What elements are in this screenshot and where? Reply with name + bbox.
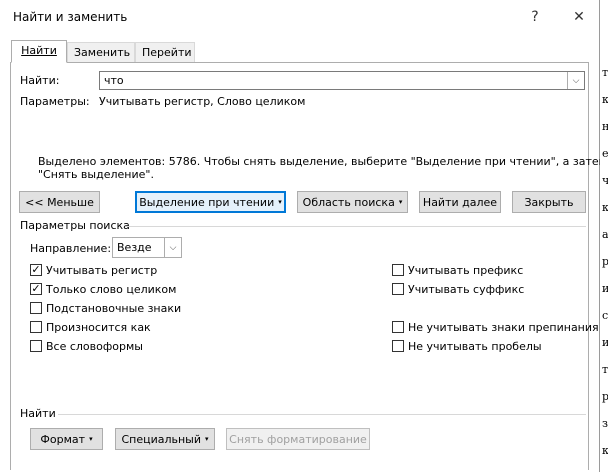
find-label: Найти: [20, 74, 60, 87]
checkbox-label: Все словоформы [46, 340, 143, 353]
reading-highlight-button[interactable]: Выделение при чтении ▾ [135, 191, 286, 213]
chevron-down-icon[interactable]: ⌵ [567, 72, 584, 89]
dropdown-caret-icon: ▾ [89, 435, 93, 443]
tab-goto[interactable]: Перейти [135, 42, 195, 62]
find-in-label: Область поиска [302, 195, 395, 209]
chevron-down-icon[interactable]: ⌵ [164, 238, 181, 257]
checkbox-box[interactable] [392, 321, 404, 333]
checkbox-box[interactable]: ✓ [30, 264, 42, 276]
find-what-input[interactable]: что ⌵ [99, 71, 585, 90]
find-in-button[interactable]: Область поиска ▾ [297, 191, 408, 213]
checkbox-box[interactable] [30, 302, 42, 314]
checkbox-box[interactable]: ✓ [30, 283, 42, 295]
checkbox-label: Не учитывать знаки препинания [408, 321, 599, 334]
checkbox-label: Подстановочные знаки [46, 302, 182, 315]
help-icon: ? [531, 9, 539, 25]
special-button[interactable]: Специальный ▾ [115, 428, 215, 450]
find-what-value: что [104, 74, 124, 87]
find-section-title: Найти [20, 407, 56, 420]
checkbox-label: Произносится как [46, 321, 151, 334]
status-line-1: Выделено элементов: 5786. Чтобы снять вы… [38, 155, 608, 168]
params-label: Параметры: [20, 95, 90, 108]
section-divider [58, 414, 586, 415]
window-title: Найти и заменить [13, 10, 128, 24]
special-label: Специальный [121, 432, 202, 446]
find-replace-dialog: Найти и заменить ? ✕ Найти Заменить Пере… [0, 0, 608, 472]
find-next-button[interactable]: Найти далее [419, 191, 501, 213]
no-formatting-button[interactable]: Снять форматирование [226, 428, 370, 450]
document-glyph: с [602, 309, 608, 322]
panel-border-left [10, 62, 11, 470]
checkbox-box[interactable] [392, 264, 404, 276]
checkbox-box[interactable] [392, 340, 404, 352]
checkbox-label: Учитывать префикс [408, 264, 524, 277]
checkbox-label: Не учитывать пробелы [408, 340, 542, 353]
format-button[interactable]: Формат ▾ [30, 428, 103, 450]
document-glyph: ч [602, 174, 608, 187]
document-glyph: з [602, 417, 608, 430]
section-divider [126, 226, 586, 227]
checkbox-box[interactable] [30, 321, 42, 333]
checkbox-box[interactable] [392, 283, 404, 295]
dropdown-caret-icon: ▾ [398, 198, 403, 206]
document-glyph: к [602, 444, 608, 457]
status-line-2: "Снять выделение". [38, 168, 154, 181]
tab-find-label: Найти [21, 44, 57, 57]
document-glyph: н [602, 120, 608, 133]
document-glyph: а [602, 228, 608, 241]
direction-label: Направление: [30, 242, 112, 255]
checkbox-label: Только слово целиком [46, 283, 177, 296]
dropdown-caret-icon: ▾ [278, 198, 282, 206]
close-button[interactable]: Закрыть [512, 191, 586, 213]
less-button[interactable]: << Меньше [19, 191, 100, 213]
document-glyph: т [602, 66, 608, 79]
close-window-button[interactable]: ✕ [565, 4, 593, 30]
format-label: Формат [40, 432, 86, 446]
direction-value: Везде [117, 241, 152, 254]
document-glyph: е [602, 147, 608, 160]
direction-select[interactable]: Везде ⌵ [112, 237, 182, 258]
document-glyph: р [602, 390, 608, 403]
params-value: Учитывать регистр, Слово целиком [99, 95, 306, 108]
search-options-title: Параметры поиска [20, 219, 130, 232]
checkbox-label: Учитывать суффикс [408, 283, 525, 296]
checkbox-box[interactable] [30, 340, 42, 352]
help-button[interactable]: ? [521, 4, 549, 30]
document-glyph: и [602, 336, 608, 349]
document-glyph: и [602, 282, 608, 295]
tab-find[interactable]: Найти [11, 40, 67, 63]
document-glyph: к [602, 93, 608, 106]
reading-highlight-label: Выделение при чтении [139, 195, 275, 209]
close-icon: ✕ [573, 9, 585, 25]
tab-divider [67, 62, 588, 63]
document-glyph: т [602, 363, 608, 376]
tab-replace[interactable]: Заменить [67, 42, 135, 62]
dropdown-caret-icon: ▾ [205, 435, 209, 443]
document-glyph: к [602, 201, 608, 214]
panel-border-right [588, 62, 589, 470]
checkbox-label: Учитывать регистр [46, 264, 158, 277]
document-glyph: р [602, 255, 608, 268]
